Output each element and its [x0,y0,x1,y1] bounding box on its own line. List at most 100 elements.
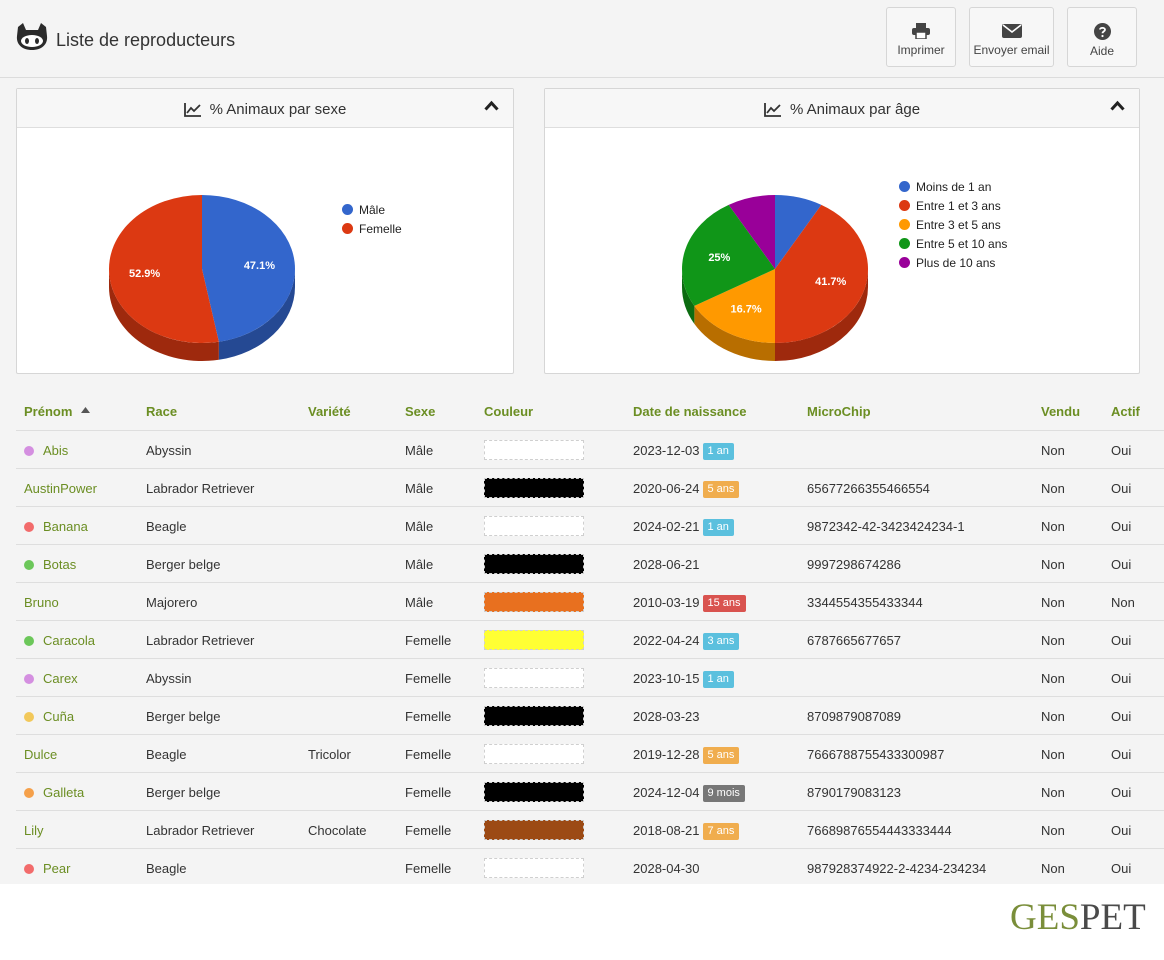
age-badge: 3 ans [702,633,740,650]
row-birth-date: 2022-04-24 3 ans [633,633,740,650]
row-name-link[interactable]: Galleta [24,785,84,800]
row-race: Berger belge [146,709,221,724]
print-button[interactable]: Imprimer [886,7,956,67]
row-actif: Oui [1111,709,1132,724]
legend-item[interactable]: Plus de 10 ans [899,254,1007,273]
row-race: Beagle [146,747,187,762]
column-header-couleur[interactable]: Couleur [484,404,533,419]
row-sexe: Mâle [405,595,434,610]
row-variete: Tricolor [308,747,351,762]
table-row[interactable]: Pear Beagle Femelle 987928374922-2-4234-234… [16,848,1164,886]
row-birth-date: 2028-06-21 [633,557,700,572]
table-header: Prénom Race Variété Sexe Couleur Date de… [16,392,1164,430]
row-actif: Oui [1111,747,1132,762]
pie-label-1-3: 25% [708,252,730,264]
table-row[interactable]: AustinPower Labrador Retriever Mâle 6567726… [16,468,1164,506]
legend-item[interactable]: Entre 3 et 5 ans [899,216,1007,235]
row-name-link[interactable]: Abis [24,443,68,458]
color-swatch [484,820,584,840]
github-cat-icon [16,23,48,50]
column-header-actif[interactable]: Actif [1111,404,1140,419]
age-badge: 1 an [702,671,734,688]
row-name-text: Lily [24,823,44,838]
row-sexe: Femelle [405,671,452,686]
row-name-link[interactable]: Carex [24,671,78,686]
send-email-button-label: Envoyer email [973,43,1050,57]
row-name-link[interactable]: Bruno [24,595,59,610]
column-header-sexe[interactable]: Sexe [405,404,435,419]
row-microchip: 8790179083123 [807,785,901,800]
birth-date-text: 2010-03-19 [633,595,700,610]
row-birth-date: 2024-02-21 1 an [633,519,734,536]
panel-sex-header: % Animaux par sexe [17,89,513,128]
row-birth-date: 2028-04-30 [633,861,700,876]
row-race: Beagle [146,519,187,534]
row-name-text: Bruno [24,595,59,610]
row-race: Labrador Retriever [146,823,255,838]
color-swatch [484,782,584,802]
column-header-date-naissance[interactable]: Date de naissance [633,404,746,419]
row-name-text: Pear [43,861,71,876]
row-name-link[interactable]: Banana [24,519,88,534]
birth-date-text: 2023-10-15 [633,671,700,686]
table-row[interactable]: Cuña Berger belge Femelle 8709879087089 Non O… [16,696,1164,734]
row-name-link[interactable]: Cuña [24,709,74,724]
column-header-variete[interactable]: Variété [308,404,351,419]
legend-item[interactable]: Mâle [342,201,402,220]
row-name-text: Cuña [43,709,75,724]
table-row[interactable]: Lily Labrador Retriever Chocolate Femelle 76… [16,810,1164,848]
color-swatch [484,858,584,878]
table-row[interactable]: Botas Berger belge Mâle 9997298674286 Non Oui… [16,544,1164,582]
status-dot [24,560,34,570]
column-header-microchip[interactable]: MicroChip [807,404,871,419]
table-row[interactable]: Abis Abyssin Mâle Non Oui 2023-12-03 1 an [16,430,1164,468]
legend-swatch [342,223,353,234]
row-birth-date: 2023-12-03 1 an [633,443,734,460]
row-name-link[interactable]: Lily [24,823,44,838]
row-microchip: 8709879087089 [807,709,901,724]
legend-item[interactable]: Entre 1 et 3 ans [899,197,1007,216]
row-birth-date: 2024-12-04 9 mois [633,785,745,802]
row-microchip: 9872342-42-3423424234-1 [807,519,965,534]
legend-item[interactable]: Moins de 1 an [899,178,1007,197]
chevron-up-icon[interactable] [1110,100,1125,112]
row-name-link[interactable]: Dulce [24,747,57,762]
pie-label-1-2: 16.7% [731,304,762,316]
table-row[interactable]: Carex Abyssin Femelle Non Oui 2023-10-15 1 an [16,658,1164,696]
column-header-prenom[interactable]: Prénom [24,404,91,419]
legend-item[interactable]: Entre 5 et 10 ans [899,235,1007,254]
table-row[interactable]: Banana Beagle Mâle 9872342-42-3423424234-1 N… [16,506,1164,544]
column-header-race[interactable]: Race [146,404,177,419]
legend-item[interactable]: Femelle [342,220,402,239]
age-badge: 5 ans [702,747,740,764]
row-vendu: Non [1041,443,1065,458]
birth-date-text: 2022-04-24 [633,633,700,648]
row-name-text: Carex [43,671,78,686]
row-actif: Oui [1111,557,1132,572]
chevron-up-icon[interactable] [484,100,499,112]
row-name-link[interactable]: Caracola [24,633,95,648]
row-name-link[interactable]: Botas [24,557,76,572]
row-microchip: 76689876554443333444 [807,823,952,838]
row-name-link[interactable]: AustinPower [24,481,97,496]
row-variete: Chocolate [308,823,367,838]
help-button[interactable]: Aide [1067,7,1137,67]
row-actif: Oui [1111,861,1132,876]
send-email-button[interactable]: Envoyer email [969,7,1054,67]
row-actif: Oui [1111,519,1132,534]
column-header-vendu[interactable]: Vendu [1041,404,1080,419]
legend-label: Entre 5 et 10 ans [916,237,1008,251]
sex-pie-chart: 47.1% 52.9% [108,195,295,361]
legend-label: Entre 3 et 5 ans [916,218,1001,232]
color-swatch [484,744,584,764]
row-actif: Oui [1111,671,1132,686]
legend-label: Mâle [359,203,386,217]
table-row[interactable]: Dulce Beagle Tricolor Femelle 76667887554333… [16,734,1164,772]
table-row[interactable]: Galleta Berger belge Femelle 8790179083123 N… [16,772,1164,810]
table-row[interactable]: Bruno Majorero Mâle 3344554355433344 Non Non 2… [16,582,1164,620]
row-name-link[interactable]: Pear [24,861,70,876]
pie-label-0-0: 47.1% [244,260,275,272]
table-row[interactable]: Caracola Labrador Retriever Femelle 6787665… [16,620,1164,658]
row-actif: Oui [1111,823,1132,838]
row-vendu: Non [1041,595,1065,610]
